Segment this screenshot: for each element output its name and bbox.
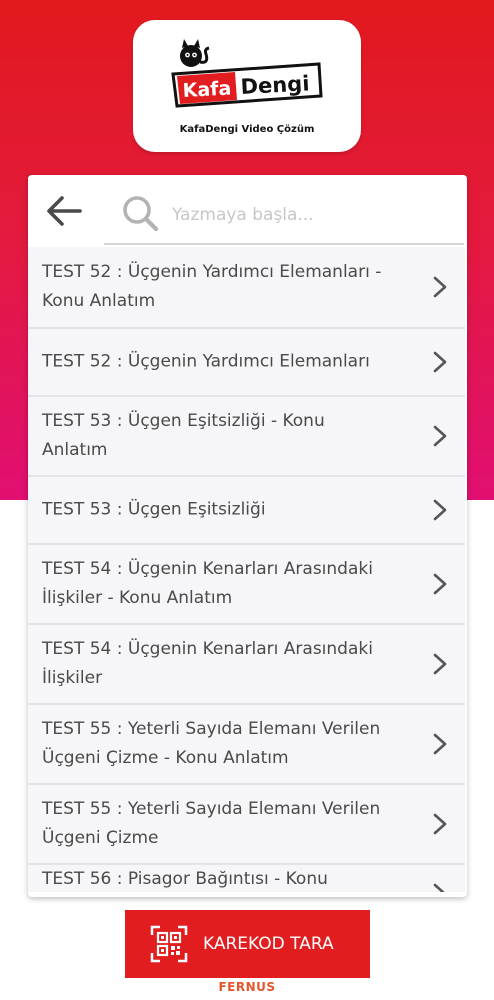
list-item-label: TEST 53 : Üçgen Eşitsizliği [42, 499, 266, 520]
qr-code-icon [150, 925, 188, 963]
list-item-label: TEST 55 : Yeterli Sayıda Elemanı Verilen… [42, 719, 381, 768]
list-item-label: TEST 55 : Yeterli Sayıda Elemanı Verilen… [42, 799, 381, 848]
chevron-right-icon [433, 573, 447, 595]
list-item-label: TEST 54 : Üçgenin Kenarları Arasındaki İ… [42, 559, 373, 608]
chevron-right-icon [433, 276, 447, 298]
chevron-right-icon [433, 813, 447, 835]
kafadengi-logo: Kafa Dengi [171, 39, 323, 108]
list-item-label: TEST 52 : Üçgenin Yardımcı Elemanları - … [42, 262, 382, 311]
search-bar [28, 175, 467, 247]
scan-qr-label: KAREKOD TARA [203, 934, 334, 954]
chevron-right-icon [433, 425, 447, 447]
list-item[interactable]: TEST 52 : Üçgenin Yardımcı Elemanları [28, 329, 465, 397]
chevron-right-icon [433, 883, 445, 892]
list-item-label: TEST 52 : Üçgenin Yardımcı Elemanları [42, 351, 370, 372]
list-item[interactable]: TEST 52 : Üçgenin Yardımcı Elemanları - … [28, 247, 465, 329]
list-item[interactable]: TEST 56 : Pisagor Bağıntısı - Konu Anlat… [28, 865, 465, 892]
search-underline [104, 243, 464, 245]
list-item[interactable]: TEST 54 : Üçgenin Kenarları Arasındaki İ… [28, 625, 465, 705]
chevron-right-icon [433, 733, 447, 755]
logo-subtitle: KafaDengi Video Çözüm [179, 124, 315, 135]
list-item[interactable]: TEST 55 : Yeterli Sayıda Elemanı Verilen… [28, 705, 465, 785]
back-button[interactable] [42, 191, 90, 231]
list-item[interactable]: TEST 55 : Yeterli Sayıda Elemanı Verilen… [28, 785, 465, 865]
list-item-label: TEST 53 : Üçgen Eşitsizliği - Konu Anlat… [42, 411, 325, 460]
footer-brand-logo: FERNUS [218, 980, 276, 994]
arrow-left-icon [47, 196, 82, 226]
svg-text:Dengi: Dengi [240, 71, 310, 99]
search-icon [123, 196, 159, 232]
chevron-right-icon [433, 351, 447, 373]
chevron-right-icon [433, 499, 447, 521]
list-panel: TEST 52 : Üçgenin Yardımcı Elemanları - … [28, 175, 467, 897]
test-list[interactable]: TEST 52 : Üçgenin Yardımcı Elemanları - … [28, 247, 465, 892]
list-item[interactable]: TEST 53 : Üçgen Eşitsizliği [28, 477, 465, 545]
search-input[interactable] [170, 197, 454, 233]
chevron-right-icon [433, 653, 447, 675]
list-item[interactable]: TEST 54 : Üçgenin Kenarları Arasındaki İ… [28, 545, 465, 625]
svg-text:Kafa: Kafa [182, 77, 232, 102]
scan-qr-button[interactable]: KAREKOD TARA [125, 910, 370, 978]
list-item-label: TEST 54 : Üçgenin Kenarları Arasındaki İ… [42, 639, 373, 688]
list-item-label: TEST 56 : Pisagor Bağıntısı - Konu Anlat… [42, 869, 328, 889]
logo-card: Kafa Dengi KafaDengi Video Çözüm [133, 20, 361, 152]
list-item[interactable]: TEST 53 : Üçgen Eşitsizliği - Konu Anlat… [28, 397, 465, 477]
